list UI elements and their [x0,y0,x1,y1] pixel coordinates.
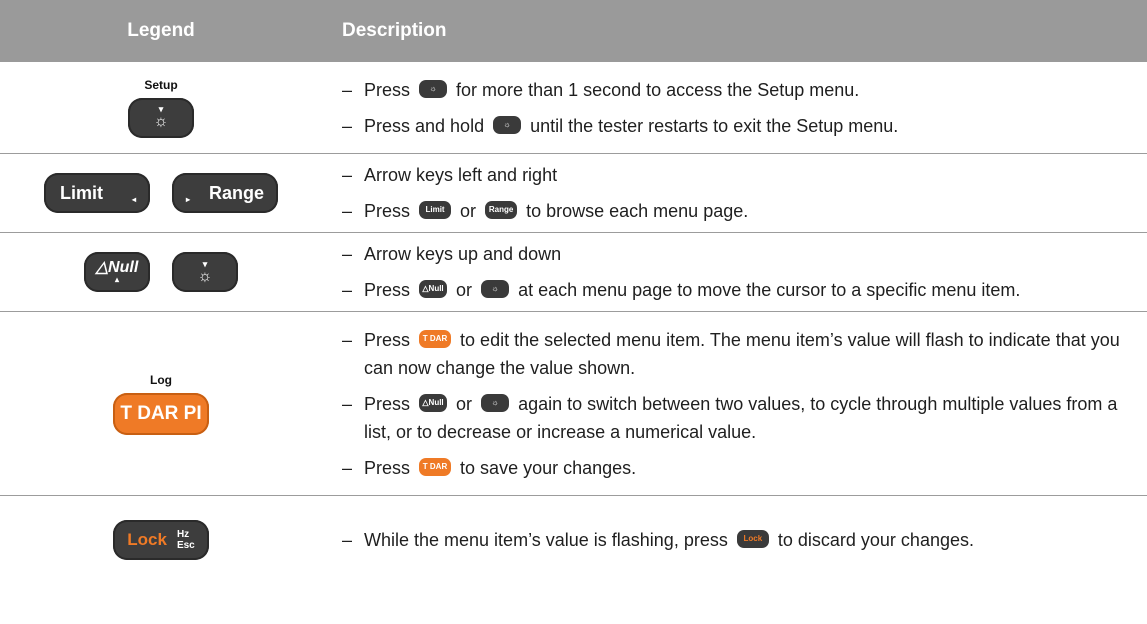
table-header: Legend Description [0,0,1147,62]
description-cell: – While the menu item’s value is flashin… [322,496,1142,584]
table-row: △Null ▴ ▾ ☼ – Arrow keys up and down – P… [0,233,1147,312]
line-text: Arrow keys up and down [364,244,562,264]
dash: – [342,530,353,550]
desc-line: – Press △Null or ☼ again to switch betwe… [342,390,1142,446]
tdar-key-mini-icon: T DAR PI [419,457,452,489]
text-middle: or [460,201,477,221]
dash: – [342,201,353,221]
text-after: to save your changes. [460,457,637,478]
dash: – [342,457,353,478]
range-key: ▸ Range [172,173,278,213]
desc-line: – Press T DAR PI to edit the selected me… [342,326,1142,382]
desc-line: – Press Limit or Range to browse each me… [342,197,1142,225]
null-key: △Null ▴ [84,252,150,292]
sun-key: ▾ ☼ [172,252,238,292]
desc-line: – Press and hold ☼ until the tester rest… [342,112,1142,140]
table-row: Setup ▾ ☼ – Press ☼ for more than 1 seco… [0,62,1147,154]
text-middle: or [456,393,473,414]
desc-line: – Press ☼ for more than 1 second to acce… [342,76,1142,104]
sun-key-mini-icon: ☼ [481,280,510,299]
text-before: Press [364,79,411,100]
range-key-mini-icon: Range [485,201,518,220]
desc-line: – Press T DAR PI to save your changes. [342,454,1142,489]
setup-key-mini-icon: ☼ [493,115,522,134]
lock-key: Lock Hz Esc [113,520,209,560]
sun-icon: ☼ [153,113,169,130]
legend-cell: △Null ▴ ▾ ☼ [0,233,322,311]
range-label: Range [208,182,264,203]
setup-label: Setup [144,77,178,92]
desc-line: – Arrow keys left and right [342,161,1142,189]
lock-key-mini-icon: Lock [736,530,769,549]
null-key-mini-icon: △Null [419,280,448,299]
legend-cell: Limit ◂ ▸ Range [0,154,322,232]
text-before: Press [364,280,411,300]
text-middle: or [456,280,473,300]
text-after: to discard your changes. [777,530,974,550]
text-before: Press and hold [364,115,485,136]
legend-cell: Log T DAR PI [0,312,322,495]
sun-icon: ☼ [197,267,213,285]
header-description: Description [342,20,447,41]
desc-line: – While the menu item’s value is flashin… [342,526,1142,554]
setup-key-group: Setup ▾ ☼ [128,78,194,138]
legend-cell: Setup ▾ ☼ [0,62,322,153]
dash: – [342,329,353,350]
sun-key-mini-icon: ☼ [481,393,510,412]
dash: – [342,393,353,414]
text-after: to browse each menu page. [526,201,749,221]
limit-label: Limit [60,182,103,203]
text-after: again to switch between two values, to c… [364,393,1118,442]
text-before: Press [364,329,411,350]
dash: – [342,165,353,185]
text-before: Press [364,201,411,221]
right-triangle-icon: ▸ [186,195,191,204]
text-after: until the tester restarts to exit the Se… [530,115,899,136]
text-before: While the menu item’s value is flashing,… [364,530,728,550]
desc-line: – Arrow keys up and down [342,240,1142,268]
log-key-group: Log T DAR PI [113,373,209,435]
left-triangle-icon: ◂ [131,195,136,204]
null-label: △Null [95,259,139,276]
null-key-mini-icon: △Null [419,393,448,412]
description-cell: – Arrow keys left and right – Press Limi… [322,154,1142,232]
legend-table: Legend Description Setup ▾ ☼ – Press ☼ f… [0,0,1147,584]
header-legend: Legend [127,20,195,41]
desc-line: – Press △Null or ☼ at each menu page to … [342,276,1142,304]
line-text: Arrow keys left and right [364,165,558,185]
hz-esc-label: Hz Esc [177,529,195,551]
description-cell: – Press T DAR PI to edit the selected me… [322,312,1142,495]
setup-key: ▾ ☼ [128,97,194,138]
esc-label: Esc [176,540,195,551]
dash: – [342,244,353,264]
description-cell: – Arrow keys up and down – Press △Null o… [322,233,1142,311]
text-before: Press [364,457,411,478]
limit-key-mini-icon: Limit [419,201,452,220]
up-triangle-icon: ▴ [114,275,119,284]
lock-label: Lock [127,530,167,549]
text-after: to edit the selected menu item. The menu… [364,329,1120,378]
limit-key: Limit ◂ [44,173,150,213]
table-row: Log T DAR PI – Press T DAR PI to edit th… [0,312,1147,496]
hz-label: Hz [176,529,190,540]
tdar-key-mini-icon: T DAR PI [419,329,452,361]
legend-cell: Lock Hz Esc [0,496,322,584]
setup-key-mini-icon: ☼ [419,79,448,98]
dash: – [342,280,353,300]
table-row: Limit ◂ ▸ Range – Arrow keys left and ri… [0,154,1147,233]
text-after: for more than 1 second to access the Set… [456,79,860,100]
dash: – [342,79,353,100]
table-row: Lock Hz Esc – While the menu item’s valu… [0,496,1147,584]
text-after: at each menu page to move the cursor to … [518,280,1021,300]
dash: – [342,115,353,136]
tdar-key: T DAR PI [113,392,209,435]
text-before: Press [364,393,411,414]
log-label: Log [150,372,172,387]
description-cell: – Press ☼ for more than 1 second to acce… [322,62,1142,153]
